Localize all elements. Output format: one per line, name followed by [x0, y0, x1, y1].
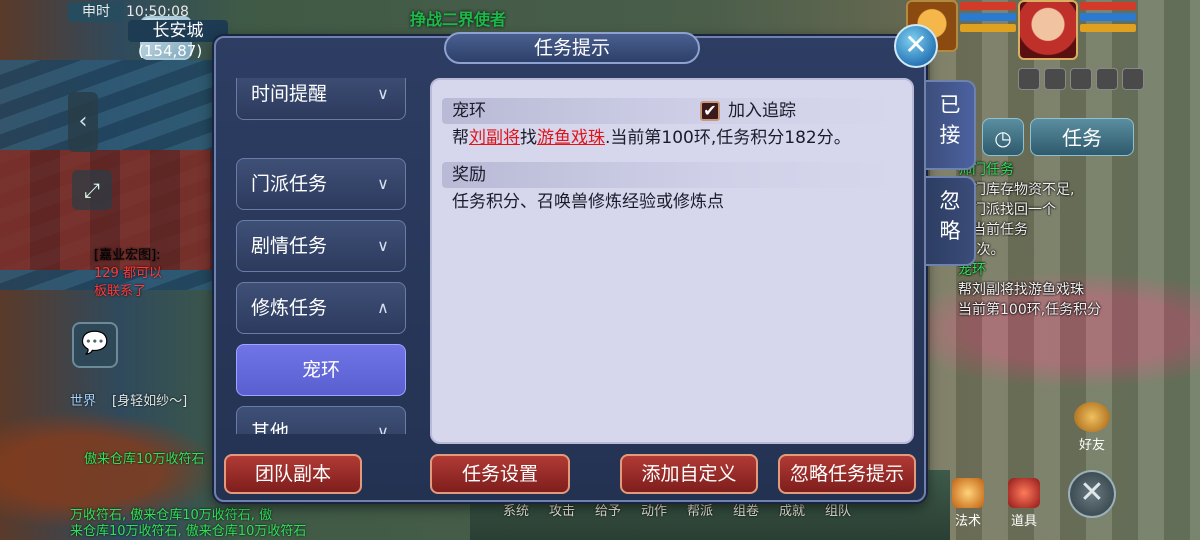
category-label: 其他 — [251, 421, 290, 434]
category-other[interactable]: 其他 ∨ — [236, 406, 406, 434]
menu-team[interactable]: 组队 — [822, 500, 854, 519]
magic-button[interactable]: 法术 — [946, 478, 990, 529]
task-description: 帮刘副将找游鱼戏珠.当前第100环,任务积分182分。 — [452, 126, 912, 150]
menu-attack[interactable]: 攻击 — [546, 500, 578, 519]
chevron-down-icon: ∨ — [377, 174, 389, 193]
menu-achievement[interactable]: 成就 — [776, 500, 808, 519]
task-item-pet-ring[interactable]: 宠环 — [236, 344, 406, 396]
desc-text: .当前第100环,任务积分182分。 — [605, 128, 851, 148]
menu-scroll[interactable]: 组卷 — [730, 500, 762, 519]
menu-action[interactable]: 动作 — [638, 500, 670, 519]
item-link[interactable]: 游鱼戏珠 — [537, 128, 605, 148]
friends-button[interactable]: 好友 — [1070, 402, 1114, 453]
hud-task-button[interactable]: 任务 — [1030, 118, 1134, 156]
buff-icon[interactable] — [1044, 68, 1066, 90]
friends-label: 好友 — [1078, 438, 1105, 453]
task-settings-button[interactable]: 任务设置 — [430, 454, 570, 494]
track-checkbox[interactable]: ✔ — [700, 101, 720, 121]
menu-guild[interactable]: 帮派 — [684, 500, 716, 519]
menu-system[interactable]: 系统 — [500, 500, 532, 519]
dialog-title: 任务提示 — [444, 32, 700, 64]
task-name: 宠环 — [452, 101, 486, 121]
chat-line: 傲来仓库10万收符石 — [84, 452, 205, 467]
npc-title-text: 挣战二界使者 — [410, 10, 507, 29]
buff-icon[interactable] — [1122, 68, 1144, 90]
track-label: 加入追踪 — [728, 101, 796, 121]
category-label: 门派任务 — [251, 173, 328, 195]
category-label: 时间提醒 — [251, 83, 328, 105]
team-dungeon-button[interactable]: 团队副本 — [224, 454, 362, 494]
pet-status-bars — [960, 2, 1016, 35]
player-status-bars — [1080, 2, 1136, 35]
buff-icons[interactable] — [1018, 68, 1144, 90]
ignore-task-tips-button[interactable]: 忽略任务提示 — [778, 454, 916, 494]
tracker-line: 帮门派找回一个 — [958, 202, 1056, 218]
task-item-label: 宠环 — [301, 359, 340, 381]
treasure-chest-icon — [1008, 478, 1040, 508]
category-cultivation-tasks[interactable]: 修炼任务 ∧ — [236, 282, 406, 334]
tab-ignored[interactable]: 忽略 — [926, 176, 976, 266]
tracker-line: 宠环 — [958, 262, 986, 278]
add-custom-button[interactable]: 添加自定义 — [620, 454, 758, 494]
player-portrait[interactable] — [1018, 0, 1078, 60]
items-button[interactable]: 道具 — [1002, 478, 1046, 529]
tracker-line: 师门任务 — [958, 162, 1014, 178]
hud-close-icon[interactable]: ✕ — [1068, 470, 1116, 518]
buff-icon[interactable] — [1018, 68, 1040, 90]
chevron-down-icon: ∨ — [377, 422, 389, 434]
time-label: 申时 — [68, 2, 124, 22]
chat-line: 129 都可以 — [94, 266, 162, 281]
chat-bubble-icon[interactable]: 💬 — [72, 322, 118, 368]
items-label: 道具 — [1010, 514, 1037, 529]
chat-line: 板联系了 — [94, 284, 147, 299]
collapse-arrow-icon[interactable]: ‹ — [68, 92, 98, 152]
category-story-tasks[interactable]: 剧情任务 ∨ — [236, 220, 406, 272]
category-sect-tasks[interactable]: 门派任务 ∨ — [236, 158, 406, 210]
desc-text: 找 — [520, 128, 537, 148]
chat-channel: 世界 — [70, 394, 97, 409]
desc-text: 帮 — [452, 128, 469, 148]
menu-give[interactable]: 给予 — [592, 500, 624, 519]
task-tips-dialog: 任务提示 ✕ 时间提醒 ∨ 门派任务 ∨ 剧情任务 ∨ 修炼任务 ∧ 宠环 其他… — [214, 24, 938, 502]
chat-line: 来仓库10万收符石, 傲来仓库10万收符石 — [70, 524, 307, 539]
chevron-down-icon: ∨ — [377, 84, 389, 103]
reward-title: 奖励 — [452, 165, 486, 185]
buff-icon[interactable] — [1096, 68, 1118, 90]
close-icon[interactable]: ✕ — [894, 24, 938, 68]
tracker-line: 帮刘副将找游鱼戏珠 — [958, 282, 1084, 298]
category-label: 剧情任务 — [251, 235, 328, 257]
tracker-line: 。当前任务 — [958, 222, 1028, 238]
magic-icon — [952, 478, 984, 508]
chat-line: [身轻如纱〜] — [112, 394, 188, 409]
city-name: 长安城 — [128, 20, 228, 42]
npc-link[interactable]: 刘副将 — [469, 128, 520, 148]
magic-label: 法术 — [954, 514, 981, 529]
reward-text: 任务积分、召唤兽修炼经验或修炼点 — [452, 192, 724, 212]
clock-icon[interactable]: ◷ — [982, 118, 1024, 156]
tab-label: 忽略 — [939, 189, 961, 243]
task-name-header: 宠环 — [442, 98, 902, 124]
tab-label: 已接 — [939, 93, 961, 147]
location-hud[interactable]: 申时 10:50:08 长安城 (154,87) — [68, 0, 228, 60]
category-time-reminder[interactable]: 时间提醒 ∨ — [236, 78, 406, 120]
handshake-icon — [1074, 402, 1110, 432]
chat-line: [嘉业宏图]: — [94, 248, 161, 263]
bottom-menu: 系统 攻击 给予 动作 帮派 组卷 成就 组队 — [500, 500, 854, 519]
category-label: 修炼任务 — [251, 297, 328, 319]
buff-icon[interactable] — [1070, 68, 1092, 90]
reward-header: 奖励 — [442, 162, 902, 188]
chevron-up-icon: ∧ — [377, 298, 389, 317]
chevron-down-icon: ∨ — [377, 236, 389, 255]
tab-accepted[interactable]: 已接 — [926, 80, 976, 170]
tracker-line: 师门库存物资不足, — [958, 182, 1075, 198]
task-tracker[interactable]: 师门任务 师门库存物资不足, 帮门派找回一个 。当前任务 第 次。 宠环 帮刘副… — [958, 160, 1128, 320]
task-category-list[interactable]: 时间提醒 ∨ 门派任务 ∨ 剧情任务 ∨ 修炼任务 ∧ 宠环 其他 ∨ — [234, 78, 408, 434]
task-detail-panel: 宠环 ✔ 加入追踪 帮刘副将找游鱼戏珠.当前第100环,任务积分182分。 奖励… — [430, 78, 914, 444]
tracker-line: 当前第100环,任务积分 — [958, 302, 1102, 318]
tracker-line: 第 次。 — [958, 242, 1005, 258]
expand-icon[interactable]: ⤢ — [72, 170, 112, 210]
